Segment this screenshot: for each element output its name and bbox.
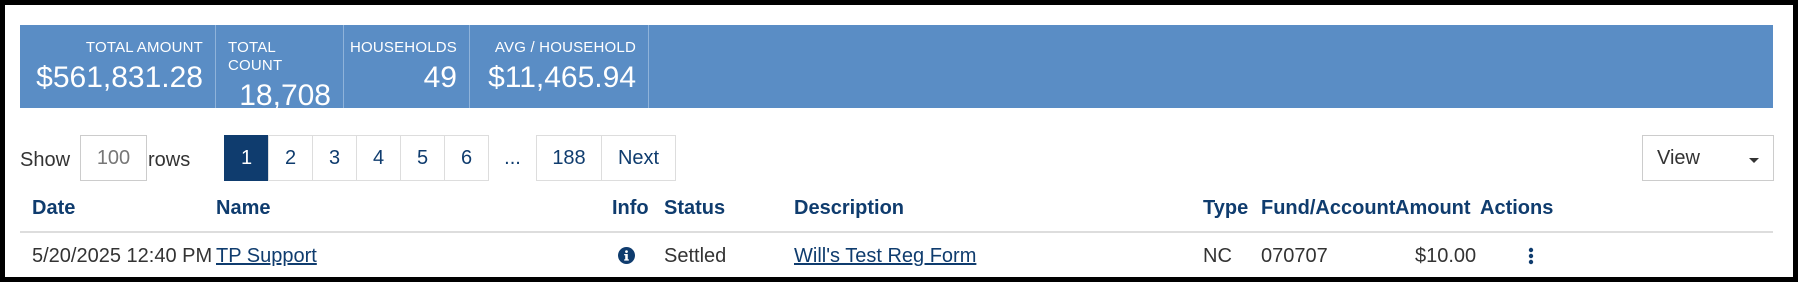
cell-type: NC	[1203, 245, 1232, 267]
info-circle-icon[interactable]	[618, 247, 635, 264]
transactions-table: Date Name Info Status Description Type F…	[20, 193, 1773, 277]
column-header-name[interactable]: Name	[216, 197, 270, 220]
page-button-6[interactable]: 6	[444, 135, 489, 181]
column-header-status[interactable]: Status	[664, 197, 725, 220]
pagination: 1 2 3 4 5 6 ... 188 Next	[224, 135, 676, 181]
table-controls: Show rows 1 2 3 4 5 6 ... 188 Next View	[20, 135, 1774, 185]
summary-stats-bar: TOTAL AMOUNT $561,831.28 TOTAL COUNT 18,…	[20, 25, 1773, 112]
cell-name-link[interactable]: TP Support	[216, 245, 317, 268]
cell-amount: $10.00	[1415, 245, 1477, 267]
column-header-actions: Actions	[1480, 197, 1554, 219]
page-button-5[interactable]: 5	[400, 135, 445, 181]
stat-value: $561,831.28	[36, 61, 203, 94]
column-header-description[interactable]: Description	[794, 197, 904, 220]
pagination-ellipsis: ...	[504, 146, 521, 169]
page-button-1[interactable]: 1	[224, 135, 269, 181]
stat-label: AVG / HOUSEHOLD	[494, 39, 636, 56]
stat-label: TOTAL COUNT	[228, 39, 283, 74]
cell-status: Settled	[664, 245, 727, 267]
rows-per-page-input[interactable]	[80, 135, 147, 181]
stat-households: HOUSEHOLDS 49	[344, 25, 470, 108]
stat-avg-household: AVG / HOUSEHOLD $11,465.94	[470, 25, 649, 108]
stat-total-count: TOTAL COUNT 18,708	[216, 25, 344, 112]
caret-down-icon	[1749, 157, 1759, 163]
column-header-info: Info	[612, 197, 649, 219]
page-button-2[interactable]: 2	[268, 135, 313, 181]
stat-value: $11,465.94	[488, 61, 636, 94]
column-header-fund-account[interactable]: Fund/Account	[1261, 197, 1395, 220]
rows-label: rows	[148, 149, 191, 171]
table-row: 5/20/2025 12:40 PM TP Support Settled Wi…	[20, 233, 1773, 277]
stat-value: 18,708	[239, 79, 331, 112]
kebab-menu-icon[interactable]	[1528, 247, 1534, 265]
column-header-type[interactable]: Type	[1203, 197, 1248, 220]
show-label: Show	[20, 149, 71, 171]
cell-fund-account: 070707	[1261, 245, 1328, 267]
page-button-last[interactable]: 188	[536, 135, 602, 181]
stat-total-amount: TOTAL AMOUNT $561,831.28	[20, 25, 216, 108]
stat-label: TOTAL AMOUNT	[85, 39, 203, 56]
view-dropdown-label: View	[1657, 146, 1700, 169]
column-header-date[interactable]: Date	[32, 197, 75, 220]
cell-date: 5/20/2025 12:40 PM	[32, 245, 213, 267]
page-button-4[interactable]: 4	[356, 135, 401, 181]
page-button-3[interactable]: 3	[312, 135, 357, 181]
view-dropdown[interactable]: View	[1642, 135, 1774, 181]
stat-label: HOUSEHOLDS	[349, 39, 457, 56]
stat-value: 49	[423, 61, 457, 94]
next-page-button[interactable]: Next	[601, 135, 676, 181]
cell-description-link[interactable]: Will's Test Reg Form	[794, 245, 976, 268]
table-header: Date Name Info Status Description Type F…	[20, 193, 1773, 233]
column-header-amount[interactable]: Amount	[1395, 197, 1471, 220]
transactions-panel: TOTAL AMOUNT $561,831.28 TOTAL COUNT 18,…	[0, 0, 1798, 282]
